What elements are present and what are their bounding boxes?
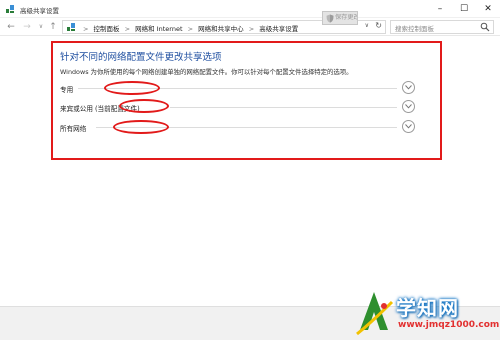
breadcrumb: > 控制面板 > 网络和 Internet > 网络和共享中心 > 高级共享设置 (80, 23, 298, 33)
annotation-ellipse (119, 99, 169, 113)
annotation-ellipse (104, 81, 160, 95)
navigation-bar: ← → ∨ ↑ > 控制面板 > 网络和 Internet > 网络和共享中心 … (0, 18, 500, 36)
divider (170, 107, 397, 108)
section-label: 所有网络 (60, 123, 86, 133)
network-sharing-icon (67, 23, 75, 31)
expand-chevron-icon[interactable] (402, 81, 415, 94)
window-title: 高级共享设置 (20, 7, 59, 15)
annotation-ellipse (113, 120, 169, 134)
site-logo-icon (356, 292, 394, 336)
watermark-title: 学知网 (396, 296, 459, 320)
page-description: Windows 为你所使用的每个网络创建单独的网络配置文件。你可以针对每个配置文… (60, 68, 353, 76)
search-placeholder: 搜索控制面板 (395, 25, 434, 33)
breadcrumb-network-sharing-center[interactable]: 网络和共享中心 (198, 25, 244, 33)
page-title: 针对不同的网络配置文件更改共享选项 (60, 52, 222, 63)
watermark-url: www.jmqz1000.com (398, 320, 500, 330)
network-sharing-icon (6, 5, 14, 13)
title-bar: 高级共享设置 – ☐ ✕ (0, 0, 500, 18)
breadcrumb-network-internet[interactable]: 网络和 Internet (135, 25, 182, 33)
breadcrumb-separator: > (83, 25, 89, 33)
expand-chevron-icon[interactable] (402, 120, 415, 133)
breadcrumb-separator: > (124, 25, 131, 33)
section-title: 专用 (60, 86, 74, 94)
maximize-button[interactable]: ☐ (452, 0, 476, 18)
section-guest-public[interactable]: 来宾或公用 (当前配置文件) (60, 100, 415, 114)
uac-shield-icon (326, 14, 334, 23)
breadcrumb-separator: > (248, 25, 255, 33)
forward-button[interactable]: → (22, 21, 32, 33)
recent-locations-button[interactable]: ∨ (36, 21, 46, 33)
section-label: 专用 (60, 84, 73, 94)
address-dropdown-button[interactable]: ∨ (365, 22, 369, 29)
refresh-button[interactable]: ↻ (375, 21, 382, 30)
search-icon[interactable] (480, 22, 490, 32)
section-title: 来宾或公用 (60, 105, 93, 113)
breadcrumb-control-panel[interactable]: 控制面板 (94, 25, 120, 33)
minimize-button[interactable]: – (428, 0, 452, 18)
up-button[interactable]: ↑ (48, 21, 58, 33)
search-input[interactable]: 搜索控制面板 (390, 20, 494, 34)
breadcrumb-separator: > (187, 25, 194, 33)
section-title: 所有网络 (60, 125, 87, 133)
expand-chevron-icon[interactable] (402, 100, 415, 113)
watermark: 学知网 www.jmqz1000.com (352, 286, 500, 340)
close-button[interactable]: ✕ (476, 0, 500, 18)
breadcrumb-advanced-sharing[interactable]: 高级共享设置 (259, 25, 298, 33)
back-button[interactable]: ← (6, 21, 16, 33)
